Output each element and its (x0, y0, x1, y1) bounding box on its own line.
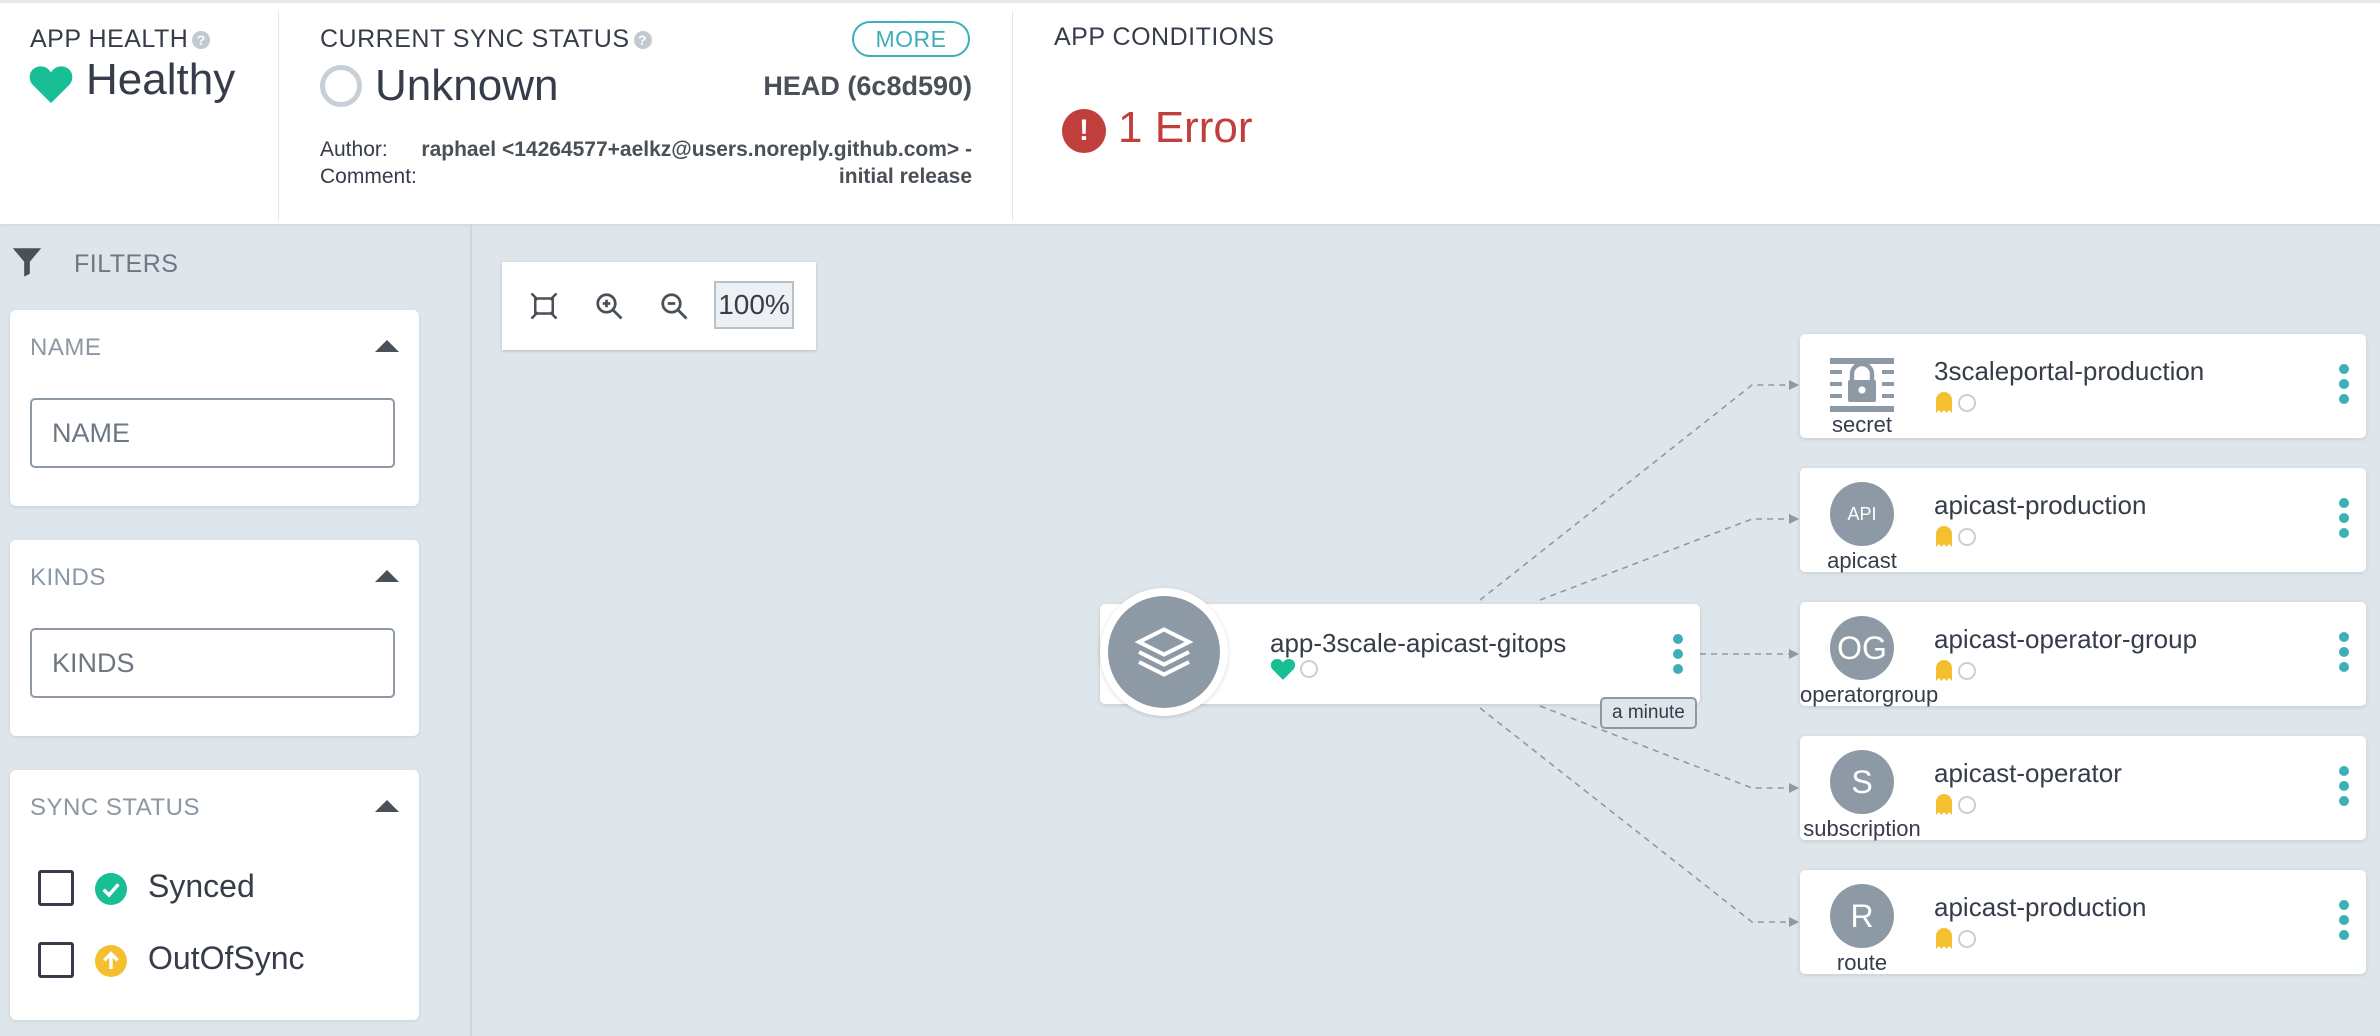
resource-menu-button[interactable] (2338, 498, 2350, 540)
kind-label: secret (1832, 412, 1892, 437)
resource-name: apicast-production (1934, 490, 2147, 520)
ghost-icon (1936, 928, 1952, 949)
kind-label: operatorgroup (1800, 682, 1939, 707)
resource-node-route[interactable]: R route apicast-production (1800, 870, 2366, 975)
route-icon: R (1830, 884, 1894, 948)
heart-icon (1270, 658, 1296, 680)
ghost-icon (1936, 660, 1952, 681)
operatorgroup-icon: OG (1830, 616, 1894, 680)
app-node-menu-button[interactable] (1672, 634, 1684, 676)
ghost-icon (1936, 392, 1952, 413)
resource-node-subscription[interactable]: S subscription apicast-operator (1800, 736, 2366, 841)
resource-status (1934, 524, 1976, 550)
unknown-status-icon (1300, 660, 1318, 678)
resource-name: 3scaleportal-production (1934, 356, 2205, 386)
unknown-status-icon (1958, 394, 1976, 412)
app-node-name: app-3scale-apicast-gitops (1270, 628, 1567, 658)
resource-menu-button[interactable] (2338, 632, 2350, 674)
ghost-icon (1936, 794, 1952, 815)
resource-node-operatorgroup[interactable]: OG operatorgroup apicast-operator-group (1800, 602, 2366, 707)
app-age-badge: a minute (1600, 697, 1697, 729)
resource-menu-button[interactable] (2338, 900, 2350, 942)
resource-name: apicast-operator (1934, 758, 2122, 788)
unknown-status-icon (1958, 662, 1976, 680)
resource-name: apicast-operator-group (1934, 624, 2198, 654)
resource-name: apicast-production (1934, 892, 2147, 922)
kind-label: subscription (1803, 816, 1921, 841)
subscription-icon: S (1830, 750, 1894, 814)
unknown-status-icon (1958, 930, 1976, 948)
ghost-icon (1936, 526, 1952, 547)
resource-status (1934, 926, 1976, 952)
resource-menu-button[interactable] (2338, 364, 2350, 406)
app-node-status (1270, 656, 1318, 682)
lock-icon (1830, 358, 1894, 412)
kind-label: apicast (1827, 548, 1897, 573)
kind-label: route (1836, 950, 1888, 975)
unknown-status-icon (1958, 796, 1976, 814)
resource-node-secret[interactable]: secret 3scaleportal-production (1800, 334, 2366, 438)
resource-status (1934, 792, 1976, 818)
resource-node-apicast[interactable]: API apicast apicast-production (1800, 468, 2366, 573)
resource-status (1934, 390, 1976, 416)
resource-menu-button[interactable] (2338, 766, 2350, 808)
layers-icon (1134, 627, 1194, 677)
resource-status (1934, 658, 1976, 684)
app-node-icon[interactable] (1100, 588, 1228, 716)
unknown-status-icon (1958, 528, 1976, 546)
api-icon: API (1830, 482, 1894, 546)
